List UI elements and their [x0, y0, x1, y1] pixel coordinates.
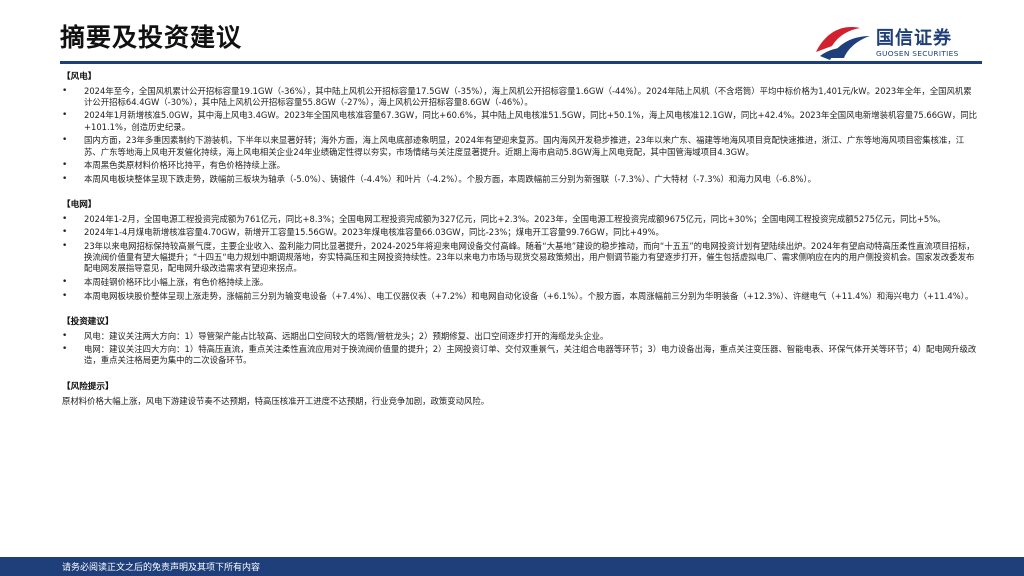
section-grid: 【电网】 2024年1-2月，全国电源工程投资完成额为761亿元，同比+8.3%…: [62, 199, 977, 302]
logo-chinese-name: 国信证券: [876, 28, 952, 49]
list-item: 风电：建议关注两大方向：1）导管架产能占比较高、远期出口空间较大的塔筒/管桩龙头…: [62, 331, 977, 342]
section-heading-investment: 【投资建议】: [62, 317, 114, 328]
section-wind: 【风电】 2024年至今，全国风机累计公开招标容量19.1GW（-36%），其中…: [62, 71, 977, 185]
section-investment-advice: 【投资建议】 风电：建议关注两大方向：1）导管架产能占比较高、远期出口空间较大的…: [62, 316, 977, 367]
list-item: 电网：建议关注四大方向：1）特高压直流，重点关注柔性直流应用对于换流阀价值量的提…: [62, 344, 977, 366]
section-heading-grid: 【电网】: [62, 200, 97, 211]
list-item: 国内方面，23年多重因素制约下游装机，下半年以来显著好转；海外方面，海上风电底部…: [62, 135, 977, 157]
list-item: 2024年1-2月，全国电源工程投资完成额为761亿元，同比+8.3%；全国电网…: [62, 214, 977, 225]
section-heading-wind: 【风电】: [62, 72, 97, 82]
summary-content: 【风电】 2024年至今，全国风机累计公开招标容量19.1GW（-36%），其中…: [62, 71, 977, 407]
list-item: 2024年至今，全国风机累计公开招标容量19.1GW（-36%），其中陆上风机公…: [62, 86, 977, 108]
list-item: 本周电网板块股价整体呈现上涨走势，涨幅前三分别为输变电设备（+7.4%）、电工仪…: [62, 291, 977, 302]
list-item: 本周风电板块整体呈现下跌走势，跌幅前三板块为轴承（-5.0%）、铸锻件（-4.4…: [62, 174, 977, 185]
page-title: 摘要及投资建议: [60, 23, 243, 52]
risk-text: 原材料价格大幅上涨，风电下游建设节奏不达预期，特高压核准开工进度不达预期，行业竞…: [62, 395, 490, 406]
investment-bullet-list: 风电：建议关注两大方向：1）导管架产能占比较高、远期出口空间较大的塔筒/管桩龙头…: [62, 331, 977, 367]
guosen-logo: 国信证券 GUOSEN SECURITIES: [812, 22, 992, 62]
list-item: 本周黑色类原材料价格环比持平，有色价格持续上涨。: [62, 160, 977, 171]
section-heading-risk: 【风险提示】: [62, 381, 114, 392]
logo-english-name: GUOSEN SECURITIES: [876, 49, 959, 58]
list-item: 2024年1-4月煤电新增核准容量4.70GW，新增开工容量15.56GW。20…: [62, 227, 977, 238]
list-item: 本周硅钢价格环比小幅上涨，有色价格持续上涨。: [62, 277, 977, 288]
list-item: 2024年1月新增核准5.0GW，其中海上风电3.4GW。2023年全国风电核准…: [62, 110, 977, 132]
footer-bar: 请务必阅读正文之后的免责声明及其项下所有内容: [0, 557, 1024, 576]
grid-bullet-list: 2024年1-2月，全国电源工程投资完成额为761亿元，同比+8.3%；全国电网…: [62, 214, 977, 303]
wind-bullet-list: 2024年至今，全国风机累计公开招标容量19.1GW（-36%），其中陆上风机公…: [62, 86, 977, 186]
disclaimer-text: 请务必阅读正文之后的免责声明及其项下所有内容: [62, 563, 261, 573]
section-risk: 【风险提示】 原材料价格大幅上涨，风电下游建设节奏不达预期，特高压核准开工进度不…: [62, 381, 977, 407]
list-item: 23年以来电网招标保持较高景气度，主要企业收入、盈利能力同比显著提升，2024-…: [62, 241, 977, 275]
guosen-emblem-icon: [816, 27, 870, 60]
